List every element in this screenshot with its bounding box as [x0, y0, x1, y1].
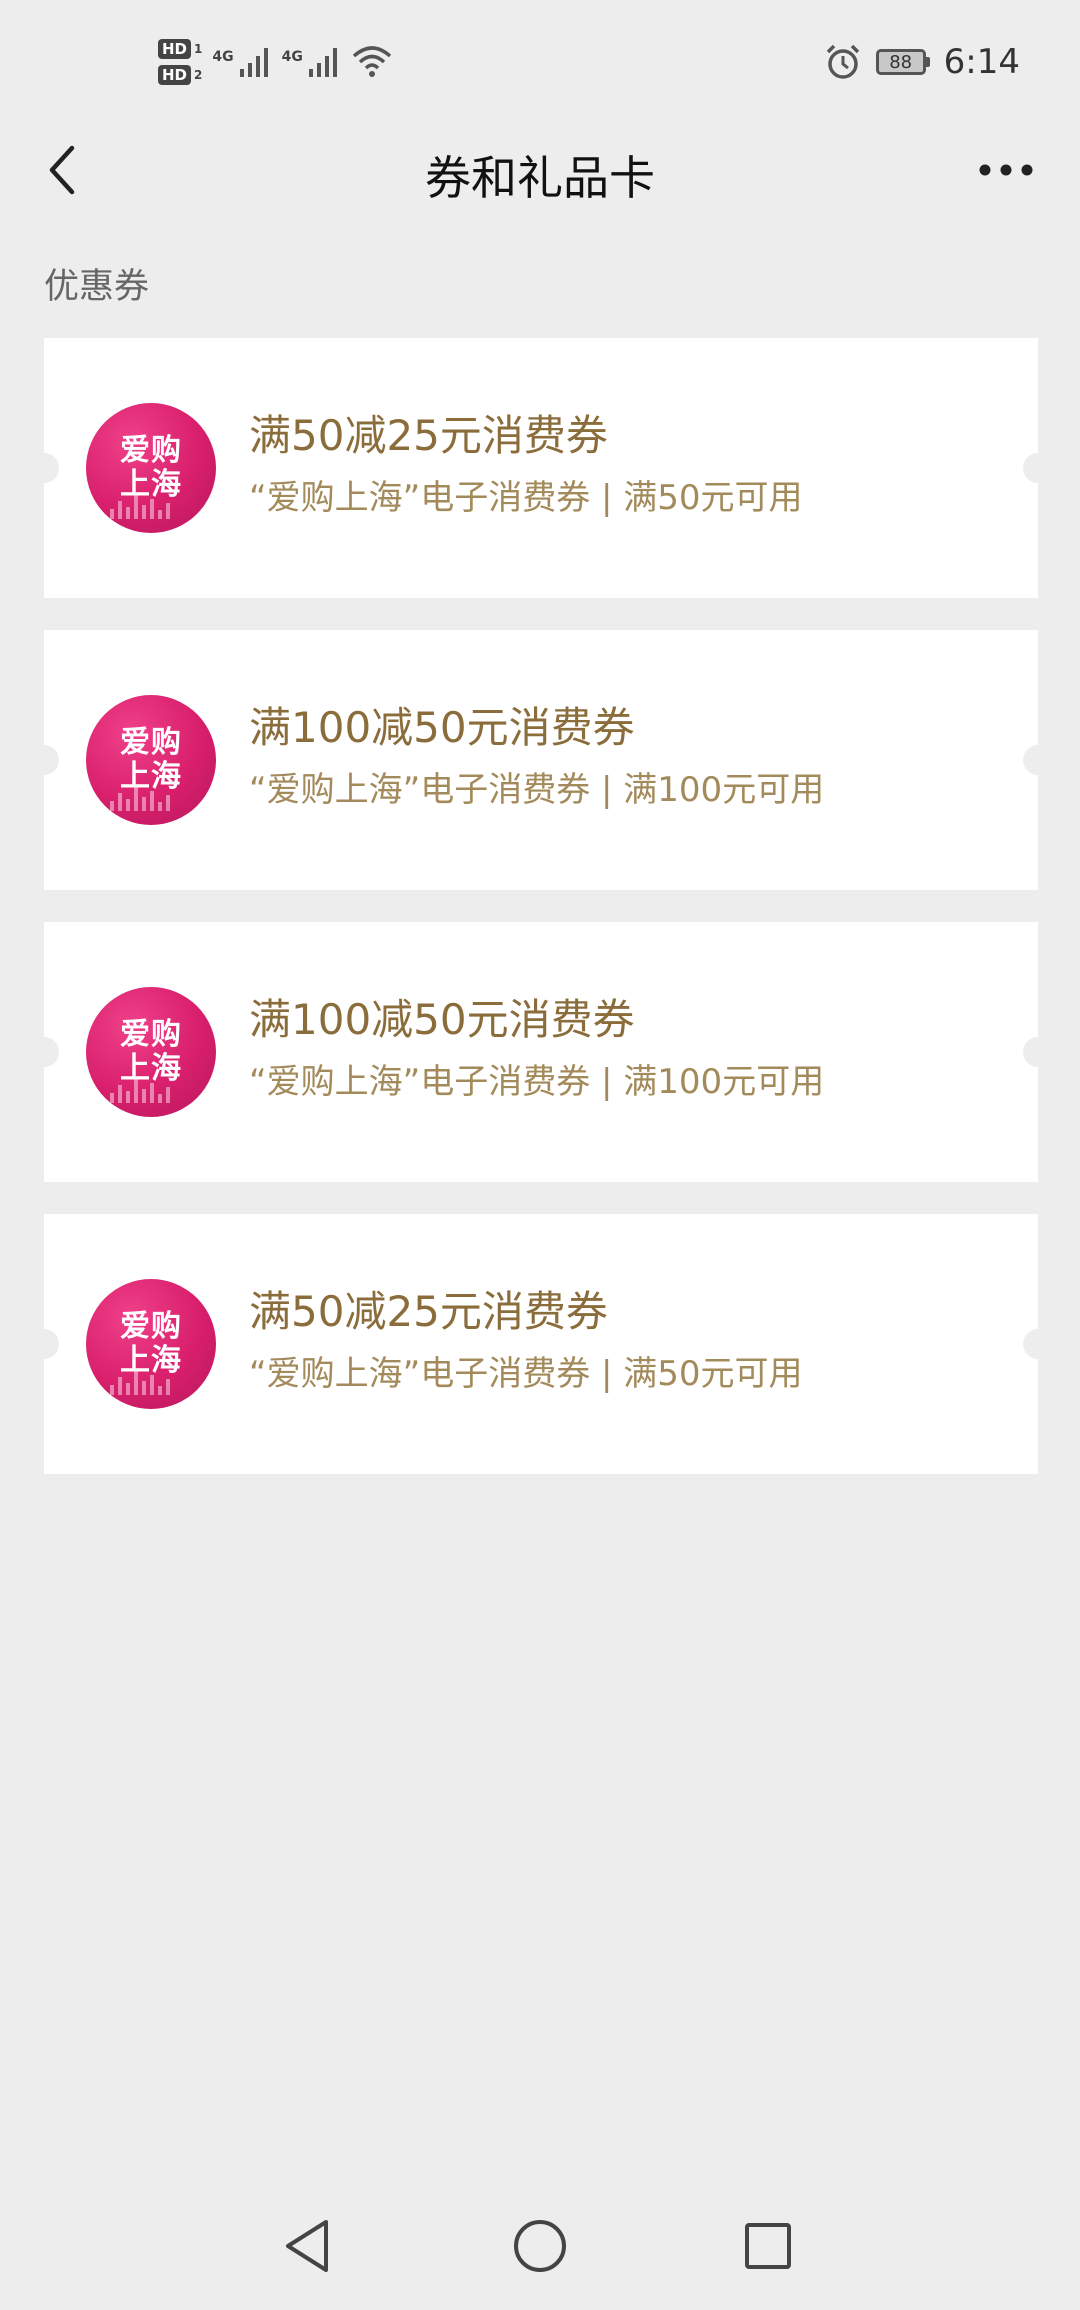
system-recents-button[interactable]	[728, 2206, 808, 2286]
hd-label: HD	[158, 39, 192, 59]
signal-icon	[308, 48, 337, 77]
coupon-card[interactable]: 爱购 上海 满50减25元消费券 “爱购上海”电子消费券 | 满50元可用	[29, 338, 1053, 598]
coupon-text: 满100减50元消费券 “爱购上海”电子消费券 | 满100元可用	[249, 994, 824, 1104]
coupon-title: 满100减50元消费券	[249, 703, 635, 752]
coupon-logo: 爱购 上海	[86, 1279, 216, 1409]
system-home-button[interactable]	[500, 2206, 580, 2286]
section-title-coupons: 优惠券	[44, 267, 150, 307]
network-type-label: 4G	[281, 49, 303, 65]
coupon-text: 满100减50元消费券 “爱购上海”电子消费券 | 满100元可用	[249, 702, 824, 812]
coupon-text: 满50减25元消费券 “爱购上海”电子消费券 | 满50元可用	[249, 1286, 803, 1396]
coupon-logo: 爱购 上海	[86, 403, 216, 533]
hd-label: HD	[158, 65, 192, 85]
battery-icon: 88	[875, 49, 930, 75]
alarm-icon	[826, 44, 859, 79]
page-title: 券和礼品卡	[425, 151, 655, 205]
ticket-notch	[29, 745, 59, 775]
hd-sim-number: 1	[194, 42, 203, 56]
network-type-label: 4G	[212, 49, 234, 65]
logo-skyline	[110, 1371, 170, 1395]
more-icon	[979, 164, 1033, 176]
coupon-description: “爱购上海”电子消费券 | 满50元可用	[249, 478, 803, 518]
coupon-title: 满50减25元消费券	[249, 411, 608, 460]
ticket-notch	[1023, 453, 1053, 483]
more-button[interactable]	[966, 138, 1046, 202]
hd-sim-number: 2	[194, 68, 203, 82]
circle-home-icon	[514, 2220, 566, 2272]
ticket-notch	[1023, 1037, 1053, 1067]
ticket-notch	[1023, 1329, 1053, 1359]
coupon-card[interactable]: 爱购 上海 满100减50元消费券 “爱购上海”电子消费券 | 满100元可用	[29, 922, 1053, 1182]
coupon-title: 满100减50元消费券	[249, 995, 635, 1044]
square-recents-icon	[745, 2223, 791, 2269]
logo-skyline	[110, 1079, 170, 1103]
signal-icon	[239, 48, 268, 77]
coupon-list: 爱购 上海 满50减25元消费券 “爱购上海”电子消费券 | 满50元可用 爱购…	[29, 338, 1053, 1506]
logo-skyline	[110, 787, 170, 811]
logo-line-1: 爱购	[120, 725, 182, 760]
ticket-notch	[29, 1037, 59, 1067]
coupon-logo: 爱购 上海	[86, 987, 216, 1117]
system-back-button[interactable]	[268, 2206, 348, 2286]
hd-badge-2: HD 2	[158, 65, 202, 85]
ticket-notch	[29, 453, 59, 483]
coupon-card[interactable]: 爱购 上海 满100减50元消费券 “爱购上海”电子消费券 | 满100元可用	[29, 630, 1053, 890]
network-1: 4G	[212, 45, 271, 79]
battery-tip	[925, 57, 930, 67]
logo-skyline	[110, 495, 170, 519]
nav-bar: 券和礼品卡	[0, 120, 1080, 220]
hd-badge-1: HD 1	[158, 39, 202, 59]
coupon-text: 满50减25元消费券 “爱购上海”电子消费券 | 满50元可用	[249, 410, 803, 520]
logo-line-1: 爱购	[120, 1309, 182, 1344]
network-2: 4G	[282, 45, 341, 79]
ticket-notch	[29, 1329, 59, 1359]
battery-level: 88	[875, 49, 926, 75]
coupon-description: “爱购上海”电子消费券 | 满50元可用	[249, 1354, 803, 1394]
coupon-card[interactable]: 爱购 上海 满50减25元消费券 “爱购上海”电子消费券 | 满50元可用	[29, 1214, 1053, 1474]
clock-time: 6:14	[943, 42, 1020, 82]
coupon-logo: 爱购 上海	[86, 695, 216, 825]
status-left: HD 1 HD 2 4G 4G	[158, 30, 393, 94]
ticket-notch	[1023, 745, 1053, 775]
system-nav-bar	[0, 2180, 1080, 2310]
coupon-description: “爱购上海”电子消费券 | 满100元可用	[249, 1062, 825, 1102]
hd-indicators: HD 1 HD 2	[158, 39, 202, 85]
coupon-title: 满50减25元消费券	[249, 1287, 608, 1336]
logo-line-1: 爱购	[120, 433, 182, 468]
logo-line-1: 爱购	[120, 1017, 182, 1052]
status-bar: HD 1 HD 2 4G 4G 88 6:14	[0, 0, 1080, 120]
coupon-description: “爱购上海”电子消费券 | 满100元可用	[249, 770, 825, 810]
wifi-icon	[352, 46, 392, 77]
triangle-back-icon	[286, 2220, 328, 2272]
status-right: 88 6:14	[824, 38, 1020, 86]
